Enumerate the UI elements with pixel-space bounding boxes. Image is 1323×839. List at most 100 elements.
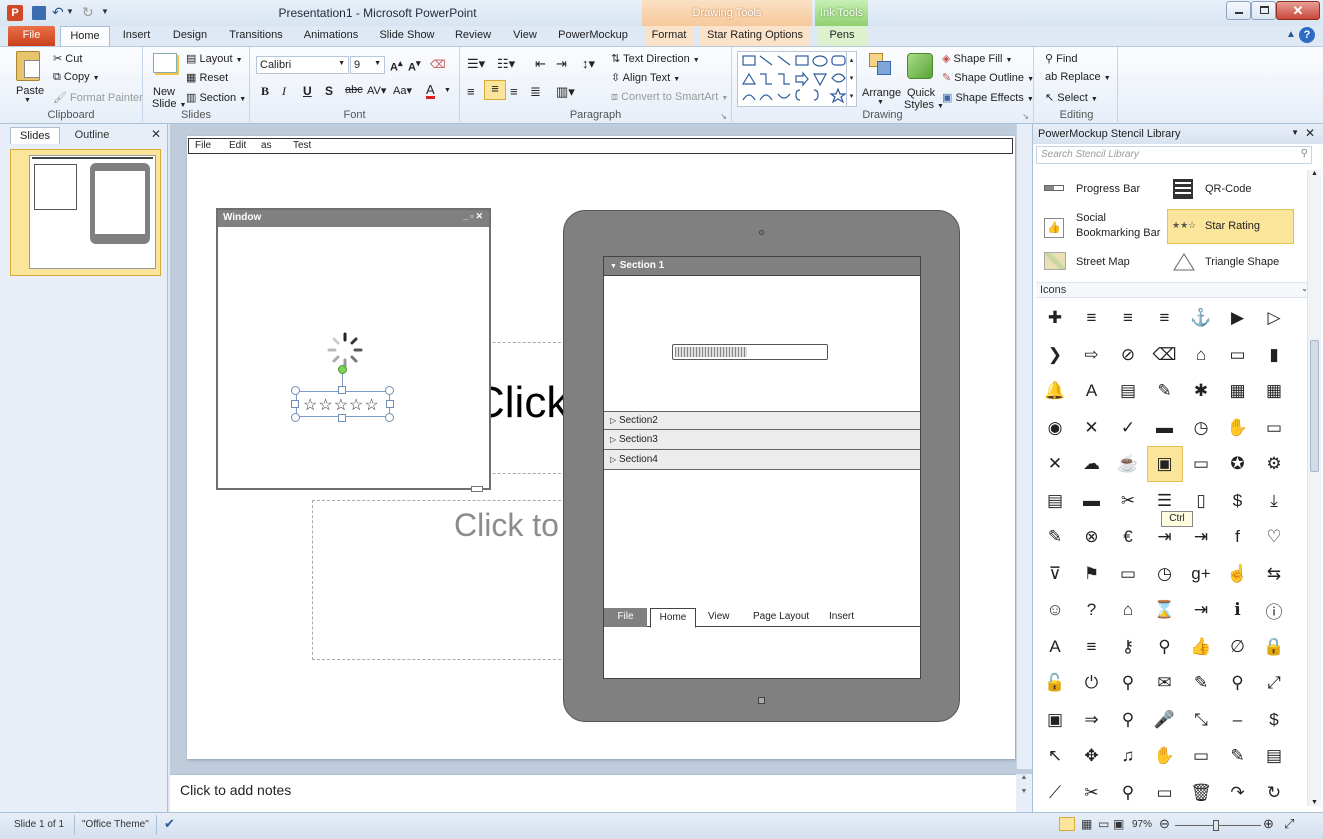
anchor-icon[interactable]: ⚓ xyxy=(1183,300,1219,336)
euro-icon[interactable]: € xyxy=(1110,519,1146,555)
document-search-icon[interactable]: ⚲ xyxy=(1110,775,1146,811)
help-icon[interactable]: ? xyxy=(1299,27,1315,43)
lock-icon[interactable]: 🔒 xyxy=(1256,629,1292,665)
minimize-ribbon-icon[interactable]: ▲ xyxy=(1286,29,1296,40)
book-icon[interactable]: ▤ xyxy=(1110,373,1146,409)
accordion-section-3[interactable]: ▷ Section3 xyxy=(604,430,920,450)
mockup-menubar[interactable]: File Edit as Test xyxy=(188,138,1013,154)
accordion-section-2[interactable]: ▷ Section2 xyxy=(604,411,920,430)
backspace-icon[interactable]: ⌫ xyxy=(1147,337,1183,373)
align-center-button[interactable]: ≡ xyxy=(484,80,506,100)
arrange-button[interactable]: Arrange ▼ xyxy=(862,51,901,107)
mockup-menu-file[interactable]: File xyxy=(195,140,211,151)
tablet-home-button[interactable] xyxy=(758,697,765,704)
zoom-slider[interactable] xyxy=(1175,820,1261,831)
info-circle-icon[interactable]: ⓘ xyxy=(1256,592,1292,628)
flag-icon[interactable]: ⚑ xyxy=(1074,556,1110,592)
search-icon[interactable]: ⚲ xyxy=(1301,148,1308,159)
scrollbar-thumb[interactable] xyxy=(1310,340,1319,472)
terminal-icon[interactable]: ▣ xyxy=(1146,446,1183,482)
find-button[interactable]: ⚲ Find xyxy=(1045,52,1078,65)
increase-indent-button[interactable]: ⇥ xyxy=(556,56,567,72)
italic-a-icon[interactable]: A xyxy=(1037,629,1073,665)
heart-icon[interactable]: ♡ xyxy=(1256,519,1292,555)
icons-section-header[interactable]: Icons ⌄ xyxy=(1036,282,1312,298)
shape-fill-button[interactable]: ◈ Shape Fill ▼ xyxy=(942,52,1012,65)
cancel-circle-icon[interactable]: ⊗ xyxy=(1074,519,1110,555)
redo-icon[interactable]: ↷ xyxy=(1220,775,1256,811)
tab-outline-panel[interactable]: Outline xyxy=(64,127,120,144)
cut-button[interactable]: ✂ Cut xyxy=(53,52,82,65)
columns-button[interactable]: ▥▾ xyxy=(556,84,575,100)
chevron-right-icon[interactable]: ❯ xyxy=(1037,337,1073,373)
gallery-scroll-icon[interactable]: ▴ ▾ ▾ xyxy=(846,52,856,106)
info-icon[interactable]: ℹ xyxy=(1220,592,1256,628)
zoom-in-icon[interactable]: ⊕ xyxy=(1263,816,1274,832)
facebook-icon[interactable]: f xyxy=(1220,519,1256,555)
play-filled-icon[interactable]: ▶ xyxy=(1220,300,1256,336)
google-plus-icon[interactable]: g+ xyxy=(1183,556,1219,592)
new-slide-button[interactable]: New Slide ▼ xyxy=(148,51,186,110)
shape-outline-button[interactable]: ✎ Shape Outline ▼ xyxy=(942,71,1034,84)
notes-pane[interactable]: Click to add notes xyxy=(170,774,1016,812)
rotate-handle[interactable] xyxy=(338,365,347,374)
close-pane-icon[interactable]: ✕ xyxy=(1305,126,1315,140)
credit-card-icon[interactable]: ▬ xyxy=(1074,483,1110,519)
resize-handle[interactable] xyxy=(291,400,299,408)
hand-grab-icon[interactable]: ✋ xyxy=(1220,410,1256,446)
mini-tab-page-layout[interactable]: Page Layout xyxy=(753,611,809,622)
underline-button[interactable]: U xyxy=(303,84,312,98)
slideshow-view-icon[interactable]: ▣ xyxy=(1113,817,1124,831)
documents-icon[interactable]: ▤ xyxy=(1037,483,1073,519)
handshake-icon[interactable]: ⇆ xyxy=(1256,556,1292,592)
replace-button[interactable]: ab Replace ▼ xyxy=(1045,71,1111,83)
thumbs-up-icon[interactable]: 👍 xyxy=(1183,629,1219,665)
align-left-icon[interactable]: ≡ xyxy=(1110,300,1146,336)
stencil-item-social-bookmarking-bar[interactable]: 👍 Social Bookmarking Bar xyxy=(1039,210,1163,244)
pdf-icon[interactable]: ⟋ xyxy=(1037,775,1073,811)
clapperboard-icon[interactable]: ▬ xyxy=(1147,410,1183,446)
lightbulb-icon[interactable]: ⚲ xyxy=(1147,629,1183,665)
question-icon[interactable]: ? xyxy=(1074,592,1110,628)
pencil-icon[interactable]: ✎ xyxy=(1037,519,1073,555)
wrench-icon[interactable]: ⚲ xyxy=(1110,702,1146,738)
small-x-icon[interactable]: ✕ xyxy=(1037,446,1073,482)
scroll-down-icon[interactable]: ▼ xyxy=(1308,799,1321,806)
resize-handle[interactable] xyxy=(291,413,300,422)
slide-canvas[interactable]: File Edit as Test Click to Click to Wind… xyxy=(187,136,1015,759)
section-button[interactable]: ▥ Section ▼ xyxy=(186,91,246,104)
bug-icon[interactable]: ✱ xyxy=(1183,373,1219,409)
paragraph-dialog-launcher-icon[interactable]: ↘ xyxy=(720,112,727,121)
tab-review[interactable]: Review xyxy=(450,26,496,46)
tab-animations[interactable]: Animations xyxy=(298,26,364,46)
resize-handle[interactable] xyxy=(385,386,394,395)
refresh-icon[interactable]: ↻ xyxy=(1256,775,1292,811)
stencil-item-street-map[interactable]: Street Map xyxy=(1039,249,1163,277)
calendar-icon[interactable]: ▦ xyxy=(1256,373,1292,409)
italic-button[interactable]: I xyxy=(282,84,286,99)
map-marker-icon[interactable]: ⚲ xyxy=(1220,665,1256,701)
notes-scrollbar[interactable]: ▲ ▼ xyxy=(1016,774,1032,812)
import-icon[interactable]: ⇥ xyxy=(1183,592,1219,628)
filter-icon[interactable]: ⊽ xyxy=(1037,556,1073,592)
play-outline-icon[interactable]: ▷ xyxy=(1256,300,1292,336)
scissors-icon[interactable]: ✂ xyxy=(1110,483,1146,519)
font-icon[interactable]: A xyxy=(1074,373,1110,409)
font-size-dropdown[interactable]: 9 ▼ xyxy=(350,56,385,74)
grow-font-button[interactable]: A▴ xyxy=(390,58,403,74)
hand-pointer-icon[interactable]: ☝ xyxy=(1220,556,1256,592)
clock-icon[interactable]: ◷ xyxy=(1183,410,1219,446)
font-color-dropdown-icon[interactable]: ▼ xyxy=(444,87,451,94)
bold-button[interactable]: B xyxy=(261,84,269,99)
tab-home[interactable]: Home xyxy=(60,26,110,46)
tab-transitions[interactable]: Transitions xyxy=(224,26,288,46)
change-case-button[interactable]: Aa▾ xyxy=(393,84,412,97)
brush-icon[interactable]: ✎ xyxy=(1147,373,1183,409)
strikethrough-button[interactable]: abc xyxy=(345,84,363,96)
line-spacing-button[interactable]: ↕▾ xyxy=(582,56,595,72)
stencil-scrollbar[interactable]: ▲ ▼ xyxy=(1307,170,1321,806)
list-icon[interactable]: ≡ xyxy=(1074,629,1110,665)
mockup-window[interactable]: Window _▫✕ xyxy=(216,208,491,490)
resize-icon[interactable]: ⤢ xyxy=(1256,665,1292,701)
clock-circle-icon[interactable]: ◷ xyxy=(1147,556,1183,592)
